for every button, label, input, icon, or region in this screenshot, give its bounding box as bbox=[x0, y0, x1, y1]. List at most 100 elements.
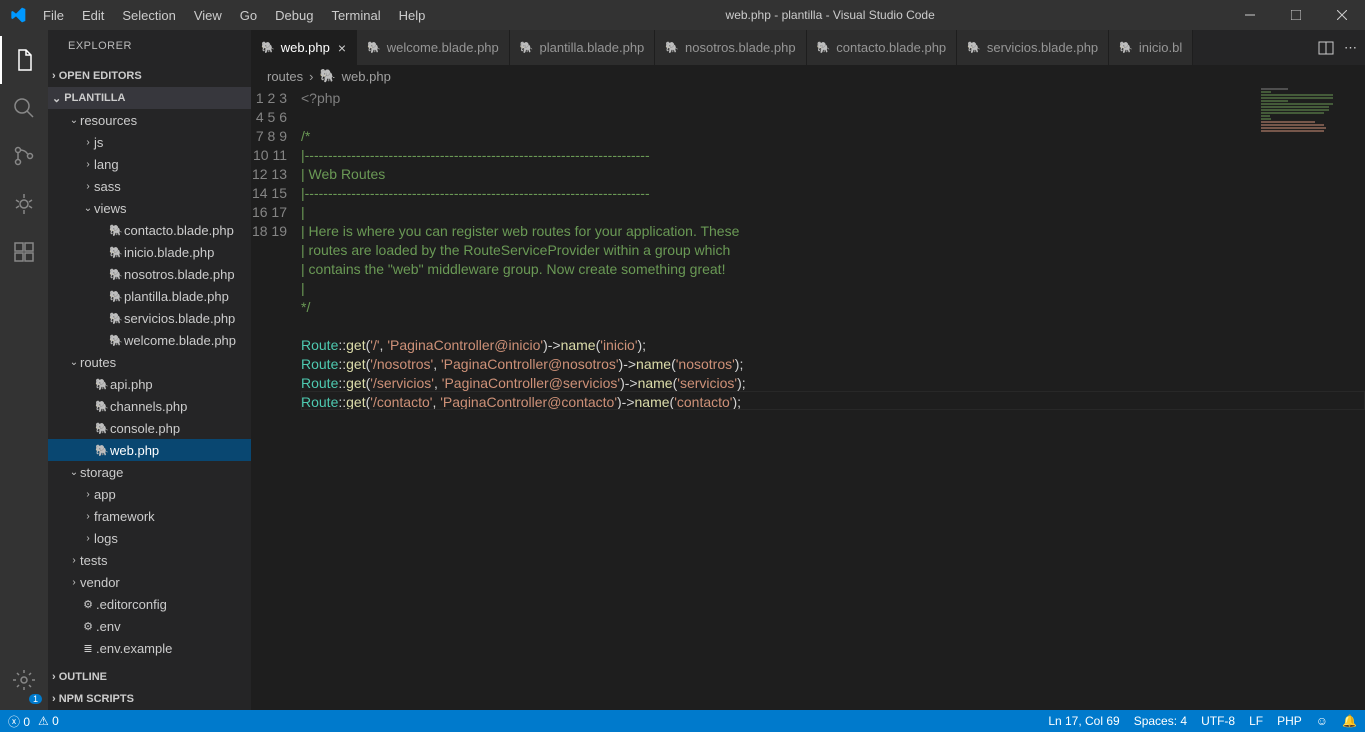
menu-terminal[interactable]: Terminal bbox=[323, 4, 388, 27]
extensions-icon[interactable] bbox=[0, 228, 48, 276]
close-button[interactable] bbox=[1319, 0, 1365, 30]
eol[interactable]: LF bbox=[1249, 714, 1263, 728]
tab-servicios-blade-php[interactable]: 🐘servicios.blade.php bbox=[957, 30, 1109, 65]
tab-web-php[interactable]: 🐘web.php× bbox=[251, 30, 357, 65]
menu-help[interactable]: Help bbox=[391, 4, 434, 27]
menu-debug[interactable]: Debug bbox=[267, 4, 321, 27]
cursor-position[interactable]: Ln 17, Col 69 bbox=[1048, 714, 1119, 728]
tree-label: framework bbox=[94, 509, 155, 524]
tab-contacto-blade-php[interactable]: 🐘contacto.blade.php bbox=[807, 30, 958, 65]
npm-scripts-section[interactable]: › NPM SCRIPTS bbox=[48, 688, 251, 710]
tree-item--env-example[interactable]: ≣.env.example bbox=[48, 637, 251, 659]
tree-item-api-php[interactable]: 🐘api.php bbox=[48, 373, 251, 395]
tree-label: logs bbox=[94, 531, 118, 546]
menu-go[interactable]: Go bbox=[232, 4, 265, 27]
tab-welcome-blade-php[interactable]: 🐘welcome.blade.php bbox=[357, 30, 510, 65]
code-editor[interactable]: 1 2 3 4 5 6 7 8 9 10 11 12 13 14 15 16 1… bbox=[251, 87, 1365, 710]
search-icon[interactable] bbox=[0, 84, 48, 132]
sidebar: EXPLORER › OPEN EDITORS ⌄ PLANTILLA ⌄res… bbox=[48, 30, 251, 710]
tree-label: vendor bbox=[80, 575, 120, 590]
file-tree: ⌄resources›js›lang›sass⌄views🐘contacto.b… bbox=[48, 109, 251, 666]
breadcrumb-folder[interactable]: routes bbox=[267, 69, 303, 84]
breadcrumb[interactable]: routes › 🐘 web.php bbox=[251, 65, 1365, 87]
feedback-icon[interactable]: ☺ bbox=[1316, 714, 1328, 728]
tree-item-plantilla-blade-php[interactable]: 🐘plantilla.blade.php bbox=[48, 285, 251, 307]
tree-label: sass bbox=[94, 179, 121, 194]
php-icon: 🐘 bbox=[817, 41, 831, 54]
tree-label: js bbox=[94, 135, 103, 150]
tree-item-contacto-blade-php[interactable]: 🐘contacto.blade.php bbox=[48, 219, 251, 241]
tree-item--env[interactable]: ⚙.env bbox=[48, 615, 251, 637]
tree-item-channels-php[interactable]: 🐘channels.php bbox=[48, 395, 251, 417]
tree-item-resources[interactable]: ⌄resources bbox=[48, 109, 251, 131]
tree-item-vendor[interactable]: ›vendor bbox=[48, 571, 251, 593]
tree-item-console-php[interactable]: 🐘console.php bbox=[48, 417, 251, 439]
php-icon: 🐘 bbox=[108, 312, 124, 325]
code-content[interactable]: <?php /* |------------------------------… bbox=[301, 87, 1365, 710]
tree-item-framework[interactable]: ›framework bbox=[48, 505, 251, 527]
tree-item-inicio-blade-php[interactable]: 🐘inicio.blade.php bbox=[48, 241, 251, 263]
encoding[interactable]: UTF-8 bbox=[1201, 714, 1235, 728]
tree-label: contacto.blade.php bbox=[124, 223, 234, 238]
editor-group: 🐘web.php×🐘welcome.blade.php🐘plantilla.bl… bbox=[251, 30, 1365, 710]
file-icon: ⚙ bbox=[80, 598, 96, 611]
sidebar-title: EXPLORER bbox=[48, 30, 251, 65]
tree-item-storage[interactable]: ⌄storage bbox=[48, 461, 251, 483]
tree-item-web-php[interactable]: 🐘web.php bbox=[48, 439, 251, 461]
tree-item--editorconfig[interactable]: ⚙.editorconfig bbox=[48, 593, 251, 615]
tree-label: resources bbox=[80, 113, 137, 128]
open-editors-label: OPEN EDITORS bbox=[59, 70, 142, 82]
outline-section[interactable]: › OUTLINE bbox=[48, 666, 251, 688]
menubar: FileEditSelectionViewGoDebugTerminalHelp bbox=[35, 4, 433, 27]
project-label: PLANTILLA bbox=[64, 92, 125, 104]
tree-item-app[interactable]: ›app bbox=[48, 483, 251, 505]
tree-item-tests[interactable]: ›tests bbox=[48, 549, 251, 571]
menu-edit[interactable]: Edit bbox=[74, 4, 112, 27]
tree-label: channels.php bbox=[110, 399, 187, 414]
tree-item-servicios-blade-php[interactable]: 🐘servicios.blade.php bbox=[48, 307, 251, 329]
activity-bar: 1 bbox=[0, 30, 48, 710]
menu-selection[interactable]: Selection bbox=[114, 4, 183, 27]
minimize-button[interactable] bbox=[1227, 0, 1273, 30]
vscode-logo-icon bbox=[0, 7, 35, 23]
minimap[interactable] bbox=[1261, 87, 1351, 147]
tree-label: routes bbox=[80, 355, 116, 370]
menu-view[interactable]: View bbox=[186, 4, 230, 27]
tree-item-logs[interactable]: ›logs bbox=[48, 527, 251, 549]
explorer-icon[interactable] bbox=[0, 36, 48, 84]
php-icon: 🐘 bbox=[94, 400, 110, 413]
tree-item-nosotros-blade-php[interactable]: 🐘nosotros.blade.php bbox=[48, 263, 251, 285]
indentation[interactable]: Spaces: 4 bbox=[1134, 714, 1187, 728]
debug-icon[interactable] bbox=[0, 180, 48, 228]
breadcrumb-file[interactable]: web.php bbox=[342, 69, 391, 84]
tree-label: .editorconfig bbox=[96, 597, 167, 612]
tree-item-js[interactable]: ›js bbox=[48, 131, 251, 153]
php-icon: 🐘 bbox=[108, 290, 124, 303]
php-icon: 🐘 bbox=[108, 224, 124, 237]
tree-item-views[interactable]: ⌄views bbox=[48, 197, 251, 219]
settings-icon[interactable]: 1 bbox=[0, 656, 48, 704]
tree-label: plantilla.blade.php bbox=[124, 289, 229, 304]
tree-label: welcome.blade.php bbox=[124, 333, 236, 348]
maximize-button[interactable] bbox=[1273, 0, 1319, 30]
tree-item-welcome-blade-php[interactable]: 🐘welcome.blade.php bbox=[48, 329, 251, 351]
language-mode[interactable]: PHP bbox=[1277, 714, 1302, 728]
split-editor-icon[interactable] bbox=[1318, 40, 1334, 56]
tree-item-routes[interactable]: ⌄routes bbox=[48, 351, 251, 373]
tab-nosotros-blade-php[interactable]: 🐘nosotros.blade.php bbox=[655, 30, 806, 65]
errors-indicator[interactable]: ⓧ 0 bbox=[8, 713, 30, 730]
menu-file[interactable]: File bbox=[35, 4, 72, 27]
warnings-indicator[interactable]: ⚠ 0 bbox=[38, 714, 59, 728]
tree-item-lang[interactable]: ›lang bbox=[48, 153, 251, 175]
more-actions-icon[interactable]: ⋯ bbox=[1344, 40, 1357, 56]
project-section[interactable]: ⌄ PLANTILLA bbox=[48, 87, 251, 109]
tab-bar: 🐘web.php×🐘welcome.blade.php🐘plantilla.bl… bbox=[251, 30, 1365, 65]
open-editors-section[interactable]: › OPEN EDITORS bbox=[48, 65, 251, 87]
source-control-icon[interactable] bbox=[0, 132, 48, 180]
tree-item-sass[interactable]: ›sass bbox=[48, 175, 251, 197]
notifications-icon[interactable]: 🔔 bbox=[1342, 714, 1357, 728]
close-tab-icon[interactable]: × bbox=[338, 40, 346, 56]
status-bar: ⓧ 0 ⚠ 0 Ln 17, Col 69 Spaces: 4 UTF-8 LF… bbox=[0, 710, 1365, 732]
tab-inicio-bl[interactable]: 🐘inicio.bl bbox=[1109, 30, 1193, 65]
tab-plantilla-blade-php[interactable]: 🐘plantilla.blade.php bbox=[510, 30, 656, 65]
